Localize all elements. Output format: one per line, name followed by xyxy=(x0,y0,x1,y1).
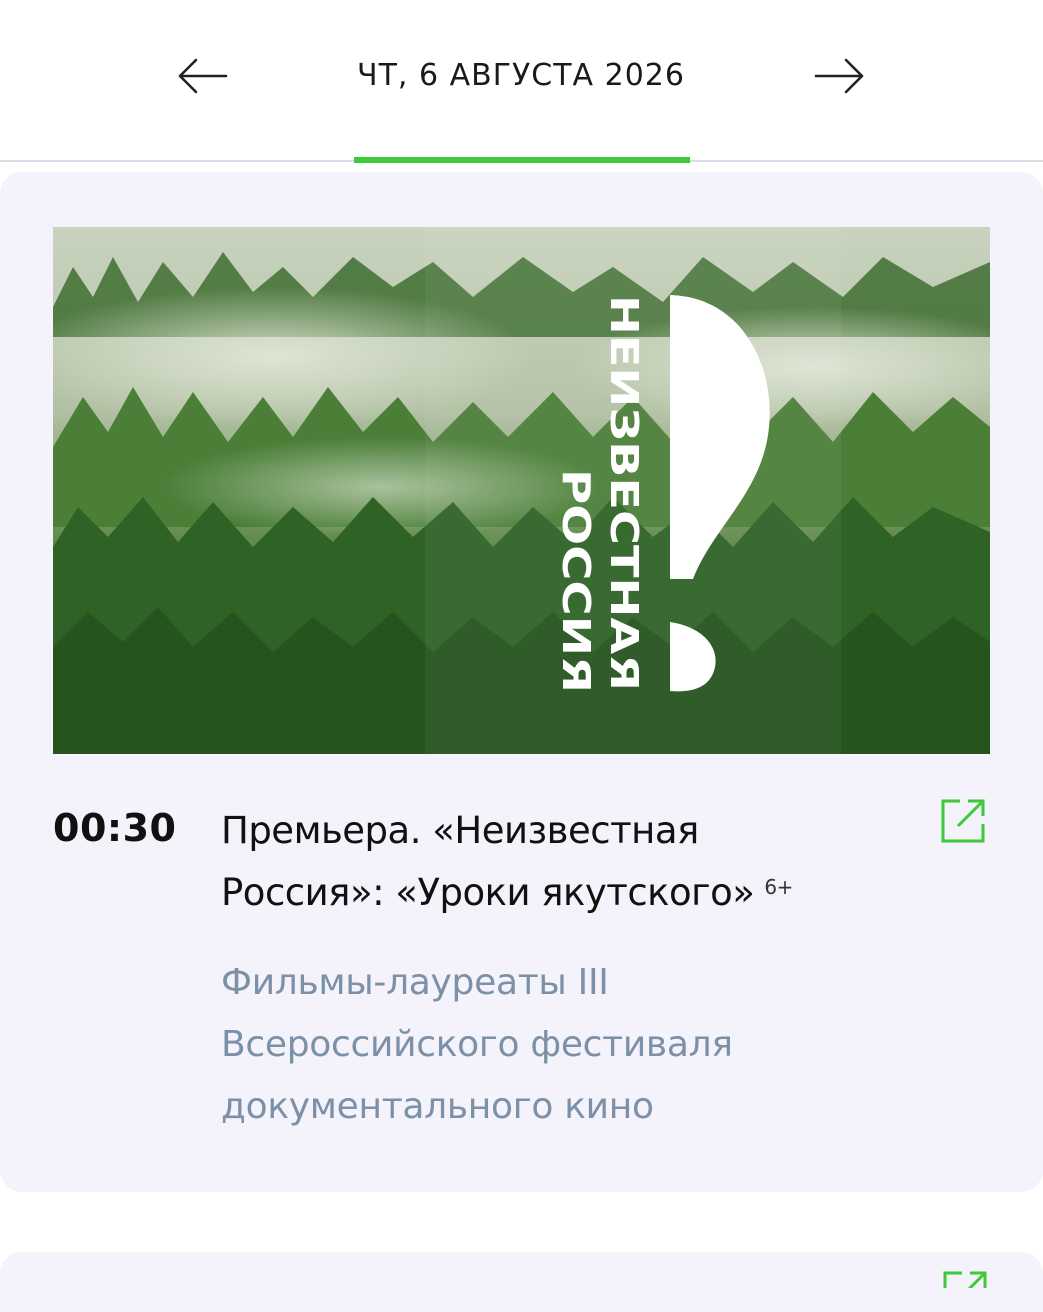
active-day-indicator xyxy=(354,157,690,163)
date-navigation-bar: ЧТ, 6 АВГУСТА 2026 xyxy=(0,0,1043,160)
arrow-right-icon xyxy=(814,58,864,94)
program-title-text: Премьера. «Неизвестная Россия»: «Уроки я… xyxy=(221,809,755,914)
program-card[interactable]: НЕИЗВЕСТНАЯ РОССИЯ 00:30 Премьера. «Неиз… xyxy=(0,172,1043,1192)
external-link-icon xyxy=(943,1271,987,1288)
previous-day-button[interactable] xyxy=(174,52,230,100)
next-program-card[interactable] xyxy=(0,1252,1043,1312)
next-open-program-button[interactable] xyxy=(940,1268,990,1288)
logo-text-line1: НЕИЗВЕСТНАЯ xyxy=(602,295,646,691)
program-title[interactable]: Премьера. «Неизвестная Россия»: «Уроки я… xyxy=(221,800,861,924)
current-date: ЧТ, 6 АВГУСТА 2026 xyxy=(357,58,685,93)
open-program-button[interactable] xyxy=(938,796,988,846)
next-day-button[interactable] xyxy=(812,52,868,100)
program-description: Фильмы-лауреаты III Всероссийского фести… xyxy=(221,962,733,1127)
program-time: 00:30 xyxy=(53,806,177,850)
logo-text-line2: РОССИЯ xyxy=(554,469,598,693)
program-image: НЕИЗВЕСТНАЯ РОССИЯ xyxy=(53,227,990,754)
age-rating-badge: 6+ xyxy=(764,875,793,899)
arrow-left-icon xyxy=(178,58,228,94)
external-link-icon xyxy=(941,799,985,843)
